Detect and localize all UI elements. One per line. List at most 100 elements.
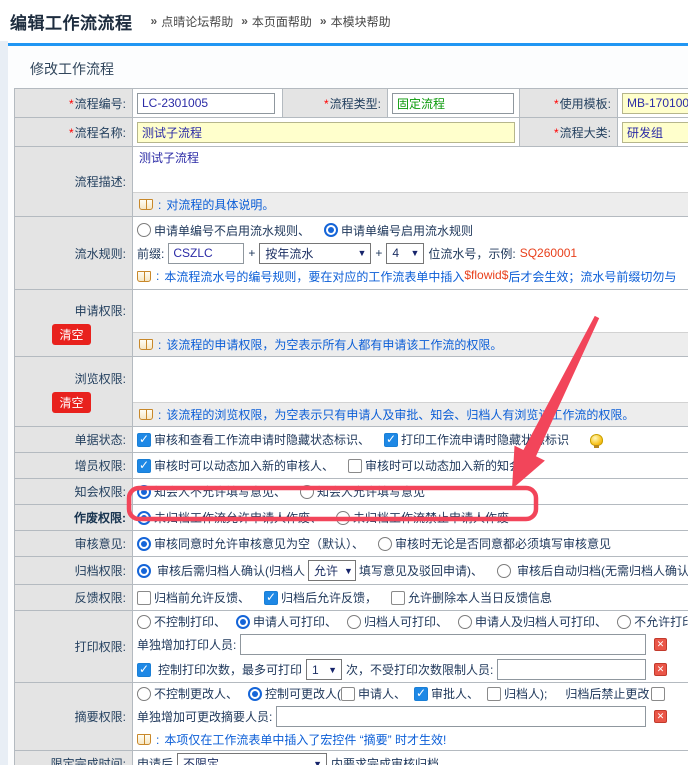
left-margin-strip: [0, 41, 8, 765]
radio-print-both[interactable]: [458, 615, 472, 629]
description-label: 流程描述:: [15, 147, 133, 217]
radio-summary-controlled[interactable]: [248, 687, 262, 701]
chevron-down-icon: ▼: [328, 665, 337, 675]
status-label: 单据状态:: [15, 427, 133, 453]
checkbox-summary-archiver[interactable]: [487, 687, 501, 701]
workflow-form-table: *流程编号: LC-2301005 *流程类型: 固定流程 *使用模板: MB-…: [14, 88, 688, 765]
table-row: 摘要权限: 不控制更改人、 控制可更改人( 申请人、 审批人、 归档人); 归档…: [15, 683, 688, 751]
checkbox-summary-approver[interactable]: [414, 687, 428, 701]
option-label: 不控制打印、: [154, 613, 226, 630]
breadcrumb-link-page-help[interactable]: 本页面帮助: [252, 13, 312, 30]
summary-label: 摘要权限:: [15, 683, 133, 751]
table-row: 单据状态: 审核和查看工作流申请时隐藏状态标识、 打印工作流申请时隐藏状态标识: [15, 427, 688, 453]
option-label: 审核后需归档人确认(归档人: [157, 562, 305, 579]
browse-perm-picker-area[interactable]: [133, 357, 688, 402]
radio-serial-disabled[interactable]: [137, 223, 151, 237]
clear-field-icon[interactable]: [654, 710, 667, 723]
flow-type-field[interactable]: 固定流程: [392, 93, 514, 114]
radio-archive-auto[interactable]: [497, 564, 511, 578]
page-title: 编辑工作流流程: [10, 9, 133, 34]
browse-perm-hint: : 该流程的浏览权限，为空表示只有申请人及审批、知会、归档人有浏览该工作流的权限…: [133, 402, 688, 426]
browse-perm-label: 浏览权限:: [75, 370, 126, 387]
breadcrumb: » 点晴论坛帮助 » 本页面帮助 » 本模块帮助: [143, 13, 391, 30]
print-label: 打印权限:: [15, 611, 133, 683]
option-label: 审核和查看工作流申请时隐藏状态标识、: [154, 431, 370, 448]
radio-cancel-forbidden[interactable]: [336, 511, 350, 525]
radio-review-must-fill[interactable]: [378, 537, 392, 551]
radio-archive-confirm[interactable]: [137, 564, 151, 578]
breadcrumb-link-forum-help[interactable]: 点晴论坛帮助: [161, 13, 233, 30]
edit-workflow-page: 编辑工作流流程 » 点晴论坛帮助 » 本页面帮助 » 本模块帮助 修改工作流程 …: [0, 0, 688, 765]
clear-field-icon[interactable]: [654, 663, 667, 676]
template-label: *使用模板:: [520, 89, 618, 118]
table-row: 限定完成时间: 申请后 不限定▼ 内要求完成审核归档: [15, 751, 688, 765]
clear-browse-perm-button[interactable]: 清空: [52, 392, 90, 413]
checkbox-summary-applicant[interactable]: [341, 687, 355, 701]
print-count-mid-label: 次，不受打印次数限制人员:: [346, 661, 493, 678]
table-row: 流程描述: 测试子流程 : 对流程的具体说明。: [15, 147, 688, 217]
book-icon: [137, 271, 151, 282]
radio-notify-allow-comment[interactable]: [300, 485, 314, 499]
print-count-select[interactable]: 1▼: [306, 659, 342, 680]
radio-review-empty-ok[interactable]: [137, 537, 151, 551]
chevron-down-icon: ▼: [357, 248, 366, 258]
clear-apply-perm-button[interactable]: 清空: [52, 324, 90, 345]
radio-print-archiver[interactable]: [347, 615, 361, 629]
flow-no-input[interactable]: LC-2301005: [137, 93, 275, 114]
option-label: 审核同意时允许审核意见为空（默认）、: [154, 535, 364, 552]
flow-name-input[interactable]: 测试子流程: [137, 122, 515, 143]
review-label: 审核意见:: [15, 531, 133, 557]
template-input[interactable]: MB-170100: [622, 93, 688, 114]
radio-print-forbidden[interactable]: [617, 615, 631, 629]
checkbox-add-notified[interactable]: [348, 459, 362, 473]
summary-extra-input[interactable]: [276, 706, 646, 727]
archive-allow-select[interactable]: 允许▼: [308, 560, 356, 581]
checkbox-hide-status-review[interactable]: [137, 433, 151, 447]
option-label: 归档前允许反馈、: [154, 589, 250, 606]
cancel-label: 作废权限:: [15, 505, 133, 531]
checkbox-print-count[interactable]: [137, 663, 151, 677]
serial-period-select[interactable]: 按年流水▼: [259, 243, 371, 264]
serial-digits-select[interactable]: 4▼: [386, 243, 424, 264]
option-label: 申请单编号不启用流水规则、: [154, 222, 310, 239]
print-unlimited-input[interactable]: [497, 659, 646, 680]
option-label: 控制打印次数，最多可打印: [158, 661, 302, 678]
option-label: 审批人、: [431, 685, 479, 702]
option-label: 申请人可打印、: [253, 613, 337, 630]
serial-label: 流水规则:: [15, 217, 133, 290]
print-extra-input[interactable]: [240, 634, 646, 655]
radio-serial-enabled[interactable]: [324, 223, 338, 237]
deadline-select[interactable]: 不限定▼: [177, 753, 327, 765]
prefix-input[interactable]: CSZLC: [168, 243, 244, 264]
checkbox-hide-status-print[interactable]: [384, 433, 398, 447]
apply-perm-picker-area[interactable]: [133, 290, 688, 332]
plus-sign: +: [375, 246, 382, 260]
radio-print-uncontrolled[interactable]: [137, 615, 151, 629]
book-icon: [139, 199, 153, 210]
radio-print-applicant[interactable]: [236, 615, 250, 629]
checkbox-feedback-before[interactable]: [137, 591, 151, 605]
table-row: 反馈权限: 归档前允许反馈、 归档后允许反馈， 允许删除本人当日反馈信息: [15, 585, 688, 611]
lightbulb-icon: [590, 434, 603, 446]
required-mark: *: [324, 97, 329, 111]
option-label: 审核时可以动态加入新的知会人: [365, 457, 533, 474]
category-input[interactable]: 研发组: [622, 122, 688, 143]
option-label: 填写意见及驳回申请)、: [359, 562, 483, 579]
table-row: 知会权限: 知会人不允许填写意见、 知会人允许填写意见: [15, 479, 688, 505]
description-hint: : 对流程的具体说明。: [133, 192, 688, 216]
option-label: 不控制更改人、: [154, 685, 238, 702]
radio-notify-no-comment[interactable]: [137, 485, 151, 499]
description-textarea[interactable]: 测试子流程: [133, 147, 688, 192]
checkbox-add-reviewer[interactable]: [137, 459, 151, 473]
breadcrumb-link-module-help[interactable]: 本模块帮助: [331, 13, 391, 30]
option-label: 申请人及归档人可打印、: [475, 613, 607, 630]
checkbox-feedback-after[interactable]: [264, 591, 278, 605]
radio-summary-uncontrolled[interactable]: [137, 687, 151, 701]
checkbox-summary-lock-after-archive[interactable]: [651, 687, 665, 701]
apply-perm-hint: : 该流程的申请权限，为空表示所有人都有申请该工作流的权限。: [133, 332, 688, 356]
clear-field-icon[interactable]: [654, 638, 667, 651]
checkbox-feedback-delete[interactable]: [391, 591, 405, 605]
radio-cancel-allowed[interactable]: [137, 511, 151, 525]
option-label: 未归档工作流允许申请人作废、: [154, 509, 322, 526]
add-member-label: 增员权限:: [15, 453, 133, 479]
